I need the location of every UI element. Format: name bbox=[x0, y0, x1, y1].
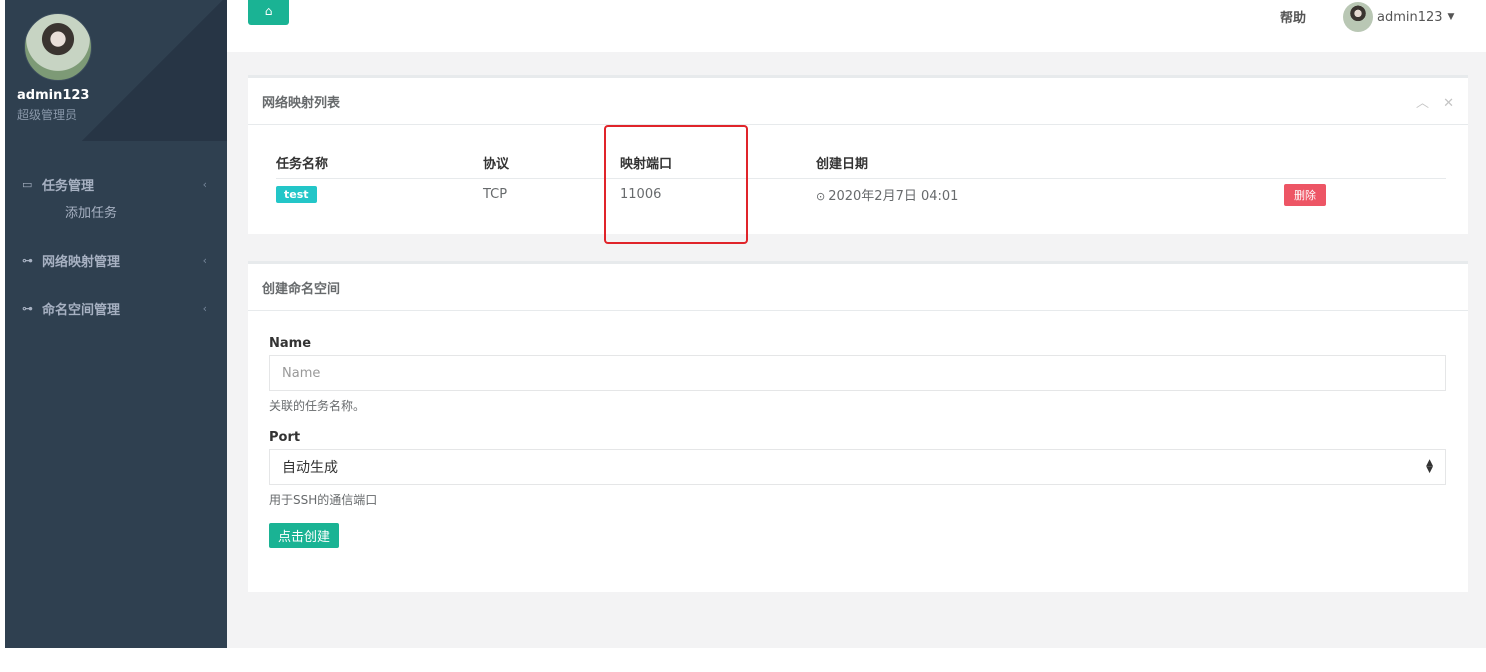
profile-role: 超级管理员 bbox=[17, 108, 78, 122]
delete-button[interactable]: 删除 bbox=[1284, 183, 1326, 206]
panel-tools: ︿ ✕ bbox=[1406, 92, 1454, 111]
table-row: test TCP 11006 ⊙ 2020年2月7日 04:01 删除 bbox=[276, 179, 1446, 210]
highlight-annotation bbox=[604, 125, 748, 244]
protocol-cell: TCP bbox=[483, 187, 508, 202]
panel-title: 网络映射列表 bbox=[262, 95, 341, 111]
computer-icon: ▭ bbox=[22, 177, 33, 191]
clock-icon: ⊙ bbox=[816, 190, 826, 203]
sidebar-nav: ▭ 任务管理 ‹ 添加任务 ⊶ 网络映射管理 ‹ ⊶ 命名空间管理 ‹ bbox=[5, 169, 227, 323]
date-text: 2020年2月7日 04:01 bbox=[828, 189, 959, 204]
user-menu[interactable]: admin123 ▼ bbox=[1343, 2, 1454, 32]
column-header-date: 创建日期 bbox=[816, 156, 869, 172]
name-input[interactable] bbox=[269, 355, 1446, 391]
profile-name[interactable]: admin123 bbox=[17, 88, 227, 103]
port-select-value: 自动生成 bbox=[282, 460, 338, 476]
chevron-left-icon: ‹ bbox=[202, 253, 207, 267]
panel-header: 创建命名空间 bbox=[248, 264, 1468, 311]
close-icon[interactable]: ✕ bbox=[1443, 96, 1454, 111]
name-help-text: 关联的任务名称。 bbox=[269, 399, 366, 413]
namespace-form: Name 关联的任务名称。 Port 自动生成 ▲▼ 用于SSH的通信端口 点击… bbox=[248, 311, 1468, 548]
sidebar: admin123 超级管理员 ▭ 任务管理 ‹ 添加任务 ⊶ 网络映射管理 ‹ … bbox=[5, 0, 227, 648]
column-header-protocol: 协议 bbox=[483, 156, 510, 172]
sidebar-item-namespace[interactable]: ⊶ 命名空间管理 ‹ bbox=[5, 293, 227, 323]
collapse-icon[interactable]: ︿ bbox=[1416, 96, 1429, 111]
avatar bbox=[1343, 2, 1373, 32]
chevron-left-icon: ‹ bbox=[202, 177, 207, 191]
sidebar-item-task[interactable]: ▭ 任务管理 ‹ bbox=[5, 169, 227, 199]
date-cell: ⊙ 2020年2月7日 04:01 bbox=[816, 185, 1284, 204]
sidebar-item-label: 网络映射管理 bbox=[42, 254, 121, 270]
panel-header: 网络映射列表 ︿ ✕ bbox=[248, 78, 1468, 125]
column-header-task-name: 任务名称 bbox=[276, 156, 329, 172]
mapping-table: 任务名称 协议 映射端口 创建日期 test TCP 11006 ⊙ 2020年2… bbox=[276, 146, 1446, 210]
port-select[interactable]: 自动生成 ▲ ▼ bbox=[269, 449, 1446, 485]
create-button[interactable]: 点击创建 bbox=[269, 523, 340, 548]
home-icon: ⌂ bbox=[264, 4, 273, 18]
table-header: 任务名称 协议 映射端口 创建日期 bbox=[276, 146, 1446, 179]
plug-icon: ⊶ bbox=[22, 253, 33, 267]
panel-title: 创建命名空间 bbox=[262, 281, 341, 297]
plug-icon: ⊶ bbox=[22, 301, 33, 315]
select-arrows-icon: ▲ ▼ bbox=[1426, 458, 1433, 475]
port-help-text: 用于SSH的通信端口 bbox=[269, 493, 378, 507]
top-navbar: ⌂ 帮助 admin123 ▼ bbox=[227, 0, 1486, 52]
sidebar-subitem-add-task[interactable]: 添加任务 bbox=[5, 199, 227, 229]
avatar[interactable] bbox=[24, 13, 92, 81]
mapping-list-panel: 网络映射列表 ︿ ✕ 任务名称 协议 映射端口 创建日期 test TCP 11… bbox=[248, 75, 1468, 234]
sidebar-item-label: 命名空间管理 bbox=[42, 302, 121, 318]
chevron-left-icon: ‹ bbox=[202, 301, 207, 315]
user-menu-label: admin123 bbox=[1377, 9, 1443, 25]
caret-down-icon: ▼ bbox=[1447, 12, 1455, 22]
profile-panel: admin123 超级管理员 bbox=[5, 0, 227, 141]
task-name-badge[interactable]: test bbox=[276, 186, 317, 203]
sidebar-item-network[interactable]: ⊶ 网络映射管理 ‹ bbox=[5, 245, 227, 275]
sidebar-item-label: 任务管理 bbox=[42, 178, 95, 194]
create-namespace-panel: 创建命名空间 Name 关联的任务名称。 Port 自动生成 ▲▼ 用于SSH的… bbox=[248, 261, 1468, 592]
port-label: Port bbox=[269, 430, 301, 445]
home-button[interactable]: ⌂ bbox=[248, 0, 289, 25]
name-label: Name bbox=[269, 336, 312, 351]
main-content: 网络映射列表 ︿ ✕ 任务名称 协议 映射端口 创建日期 test TCP 11… bbox=[227, 52, 1486, 648]
help-link[interactable]: 帮助 bbox=[1280, 7, 1306, 26]
